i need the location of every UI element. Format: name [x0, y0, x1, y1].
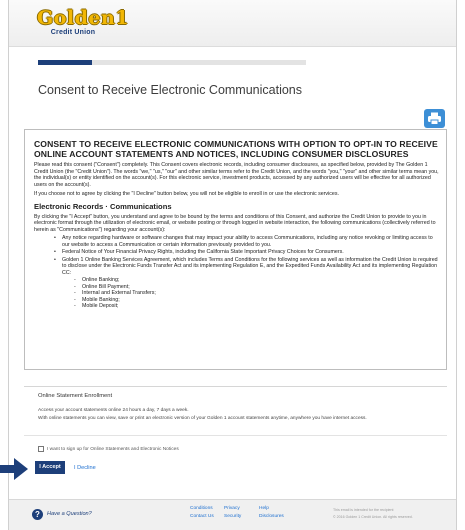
document-paragraph: By clicking the "I Accept" button, you u… — [34, 213, 436, 233]
footer-copyright: © 2016 Golden 1 Credit Union. All rights… — [333, 515, 413, 519]
list-item: Mobile Deposit; — [74, 303, 439, 310]
divider — [24, 435, 447, 436]
header: Golden1 Credit Union — [9, 0, 456, 47]
logo-subtitle: Credit Union — [50, 29, 96, 36]
logo-wordmark: Golden1 — [37, 7, 130, 29]
golden1-logo[interactable]: Golden1 Credit Union — [37, 7, 130, 38]
services-list: Online Banking; Online Bill Payment; Int… — [74, 277, 439, 310]
page-title: Consent to Receive Electronic Communicat… — [38, 83, 303, 97]
footer-link-conditions[interactable]: Conditions — [190, 506, 213, 511]
accept-button[interactable]: I Accept — [35, 461, 65, 474]
footer-link-disclosures[interactable]: Disclosures — [259, 514, 284, 519]
decline-link[interactable]: I Decline — [74, 465, 96, 471]
list-item: Golden 1 Online Banking Services Agreeme… — [54, 257, 439, 277]
footer-link-help[interactable]: Help — [259, 506, 269, 511]
printer-icon — [428, 112, 441, 125]
optin-label: I want to sign up for Online Statements … — [47, 446, 179, 452]
list-item: Federal Notice of Your Financial Privacy… — [54, 249, 439, 256]
document-paragraph: Please read this consent ("Consent") com… — [34, 162, 439, 188]
enrollment-title: Online Statement Enrollment — [38, 393, 113, 399]
question-icon[interactable]: ? — [32, 509, 43, 520]
print-button[interactable] — [424, 109, 445, 128]
document-paragraph: If you choose not to agree by clicking t… — [34, 191, 339, 197]
progress-bar — [38, 60, 306, 65]
list-item: Any notice regarding hardware or softwar… — [54, 235, 439, 248]
consent-document[interactable]: CONSENT TO RECEIVE ELECTRONIC COMMUNICAT… — [24, 129, 447, 370]
progress-fill — [38, 60, 92, 65]
enrollment-text: Access your account statements online 24… — [38, 408, 189, 413]
footer-link-security[interactable]: Security — [224, 514, 241, 519]
arrow-pointer-icon — [0, 458, 28, 480]
document-subheading: Electronic Records · Communications — [34, 201, 172, 211]
footer-link-contact[interactable]: Contact Us — [190, 514, 214, 519]
divider — [24, 386, 447, 387]
enrollment-text: With online statements you can view, sav… — [38, 416, 367, 421]
optin-checkbox[interactable] — [38, 446, 44, 452]
help-link[interactable]: Have a Question? — [47, 511, 92, 517]
footer-note: This email is intended for the recipient — [333, 508, 394, 512]
footer-link-privacy[interactable]: Privacy — [224, 506, 240, 511]
communications-list: Any notice regarding hardware or softwar… — [54, 235, 439, 276]
statement-optin: I want to sign up for Online Statements … — [38, 446, 179, 452]
document-heading: CONSENT TO RECEIVE ELECTRONIC COMMUNICAT… — [34, 139, 438, 159]
